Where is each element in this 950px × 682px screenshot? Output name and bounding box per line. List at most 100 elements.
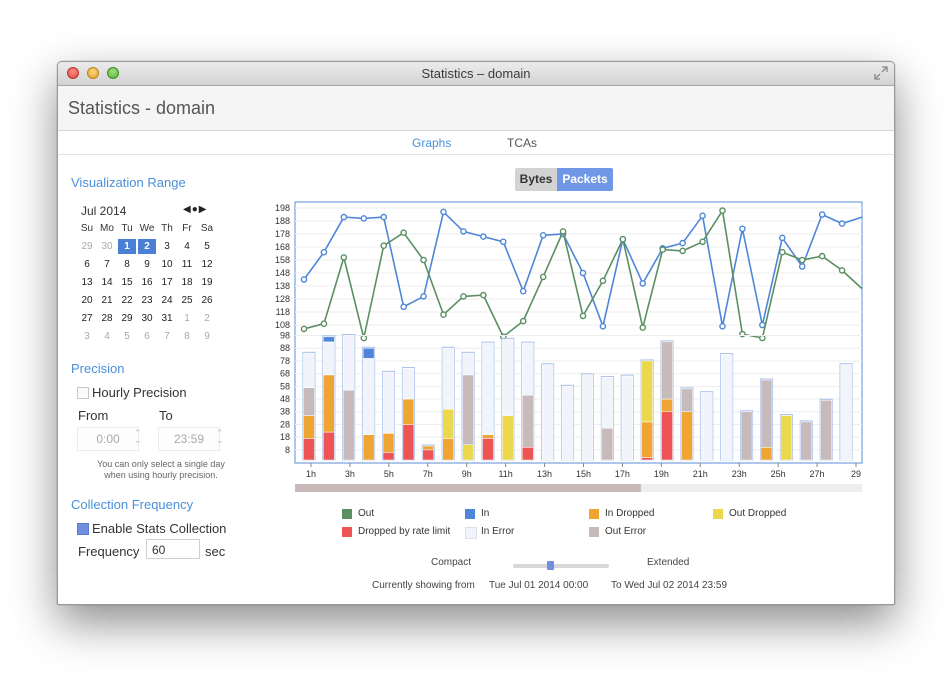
to-label: To [159, 408, 173, 423]
calendar-day[interactable]: 8 [118, 257, 136, 272]
calendar-day[interactable]: 26 [198, 293, 216, 308]
calendar-day[interactable]: 1 [178, 311, 196, 326]
fullscreen-icon[interactable] [874, 66, 888, 80]
calendar-day[interactable]: 2 [138, 239, 156, 254]
to-time-stepper-icon[interactable]: ⌃ ⌄ [216, 429, 224, 445]
enable-stats-checkbox[interactable] [77, 523, 89, 535]
line-point [818, 252, 826, 260]
bar-y-tick-label: 28 [280, 419, 290, 429]
x-tick-label: 11h [498, 469, 512, 479]
bar-segment [661, 398, 673, 412]
calendar-day[interactable]: 19 [198, 275, 216, 290]
calendar-day[interactable]: 7 [158, 329, 176, 344]
calendar-day[interactable]: 10 [158, 257, 176, 272]
to-time-input[interactable]: 23:59 [158, 427, 220, 451]
bar-segment [362, 434, 375, 461]
calendar-day[interactable]: 16 [138, 275, 156, 290]
calendar-day[interactable]: 24 [158, 293, 176, 308]
window-title: Statistics – domain [421, 66, 531, 81]
calendar-day[interactable]: 15 [118, 275, 136, 290]
line-y-tick-label: 118 [276, 307, 290, 317]
calendar-day[interactable]: 12 [198, 257, 216, 272]
calendar-day[interactable]: 8 [178, 329, 196, 344]
calendar-day[interactable]: 11 [178, 257, 196, 272]
line-point [719, 323, 726, 330]
line-point [440, 311, 447, 318]
calendar-day[interactable]: 4 [178, 239, 196, 254]
calendar-nav-icon[interactable]: ◀●▶ [183, 204, 207, 215]
calendar-day[interactable]: 25 [178, 293, 196, 308]
compact-extended-slider-thumb[interactable] [547, 561, 554, 570]
calendar-day[interactable]: 7 [98, 257, 116, 272]
bar-y-tick-label: 68 [280, 369, 290, 379]
calendar-day[interactable]: 5 [198, 239, 216, 254]
bar-segment [362, 358, 375, 435]
bar-segment [621, 375, 633, 461]
calendar-day[interactable]: 31 [158, 311, 176, 326]
tab-graphs[interactable]: Graphs [412, 136, 451, 150]
line-point [539, 273, 547, 281]
calendar-weekday: Sa [200, 223, 214, 234]
bar-segment [422, 449, 435, 461]
bar-segment [342, 335, 355, 391]
bar-segment [601, 428, 614, 461]
calendar-day[interactable]: 20 [78, 293, 96, 308]
calendar-day[interactable]: 17 [158, 275, 176, 290]
x-tick-label: 1h [306, 469, 316, 479]
calendar-day[interactable]: 6 [78, 257, 96, 272]
bytes-toggle-button[interactable]: Bytes [515, 168, 557, 191]
calendar-day[interactable]: 9 [138, 257, 156, 272]
bar-segment [641, 421, 653, 458]
calendar-day[interactable]: 9 [198, 329, 216, 344]
calendar-day[interactable]: 1 [118, 239, 136, 254]
line-point [360, 334, 368, 342]
from-time-input[interactable]: 0:00 [77, 427, 139, 451]
line-point [460, 228, 467, 235]
packets-toggle-button[interactable]: Packets [557, 168, 613, 191]
calendar-day[interactable]: 22 [118, 293, 136, 308]
line-y-tick-label: 168 [275, 242, 290, 252]
line-point [838, 220, 846, 227]
tab-tcas[interactable]: TCAs [507, 136, 537, 150]
calendar-day[interactable]: 18 [178, 275, 196, 290]
bar-segment [303, 387, 315, 416]
navigator-window [295, 484, 641, 492]
bar-segment [303, 415, 315, 439]
calendar-day[interactable]: 5 [118, 329, 136, 344]
calendar-weekday: Su [80, 223, 94, 234]
line-point [778, 234, 786, 242]
compact-extended-slider-track[interactable] [513, 564, 609, 568]
calendar-day[interactable]: 4 [98, 329, 116, 344]
line-y-tick-label: 178 [275, 229, 290, 239]
bar-segment [402, 398, 415, 425]
calendar-day[interactable]: 21 [98, 293, 116, 308]
calendar-day[interactable]: 23 [138, 293, 156, 308]
calendar-day[interactable]: 2 [198, 311, 216, 326]
calendar-day[interactable]: 29 [78, 239, 96, 254]
from-time-stepper-icon[interactable]: ⌃ ⌄ [134, 429, 142, 445]
line-point [639, 280, 647, 287]
bar-segment [641, 360, 653, 423]
line-point [838, 267, 846, 274]
calendar-day[interactable]: 3 [78, 329, 96, 344]
calendar-day[interactable]: 27 [78, 311, 96, 326]
bar-segment [681, 411, 693, 461]
line-point [380, 213, 388, 221]
calendar-day[interactable]: 30 [98, 239, 116, 254]
bar-segment [502, 339, 514, 416]
hourly-precision-checkbox[interactable] [77, 387, 89, 399]
calendar-day[interactable]: 13 [78, 275, 96, 290]
calendar-day[interactable]: 28 [98, 311, 116, 326]
line-point [579, 269, 587, 277]
bar-segment [303, 353, 315, 388]
chart-plot-frame [294, 201, 863, 464]
to-time-value: 23:59 [173, 432, 205, 446]
calendar-day[interactable]: 14 [98, 275, 116, 290]
calendar-day[interactable]: 3 [158, 239, 176, 254]
bar-segment [720, 354, 733, 461]
calendar-day[interactable]: 6 [138, 329, 156, 344]
extended-label: Extended [647, 557, 690, 568]
calendar-day[interactable]: 29 [118, 311, 136, 326]
frequency-input[interactable]: 60 [146, 539, 200, 559]
calendar-day[interactable]: 30 [138, 311, 156, 326]
